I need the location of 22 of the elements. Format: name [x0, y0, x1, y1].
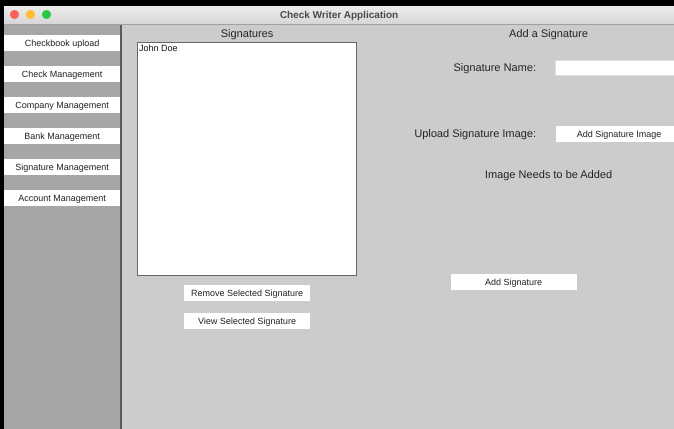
action-button[interactable]: View Selected Signature — [184, 313, 310, 329]
action-button[interactable]: Remove Selected Signature — [184, 285, 310, 301]
sidebar-button[interactable]: Account Management — [4, 190, 120, 206]
upload-button[interactable]: Add Signature Image — [556, 126, 674, 142]
close-icon[interactable] — [10, 10, 19, 19]
minimize-icon[interactable] — [26, 10, 35, 19]
signature-list[interactable]: John Doe — [137, 42, 357, 276]
image-status-text: Image Needs to be Added — [484, 169, 612, 181]
sidebar-button[interactable]: Bank Management — [4, 128, 120, 144]
section-heading: Signatures — [220, 28, 274, 42]
list-item[interactable]: John Doe — [138, 43, 356, 53]
field-label: Upload Signature Image: — [413, 128, 536, 140]
add-signature-button[interactable]: Add Signature — [450, 274, 576, 290]
signature-name-field[interactable] — [555, 60, 674, 76]
sidebar-button[interactable]: Company Management — [4, 97, 120, 113]
sidebar-button[interactable]: Signature Management — [4, 159, 120, 175]
sidebar-button[interactable]: Checkbook upload — [4, 35, 120, 51]
section-heading: Add a Signature — [509, 28, 588, 42]
window-title: Check Writer Application — [280, 10, 398, 20]
sidebar-button[interactable]: Check Management — [4, 66, 120, 82]
zoom-icon[interactable] — [42, 10, 51, 19]
field-label: Signature Name: — [452, 62, 536, 74]
